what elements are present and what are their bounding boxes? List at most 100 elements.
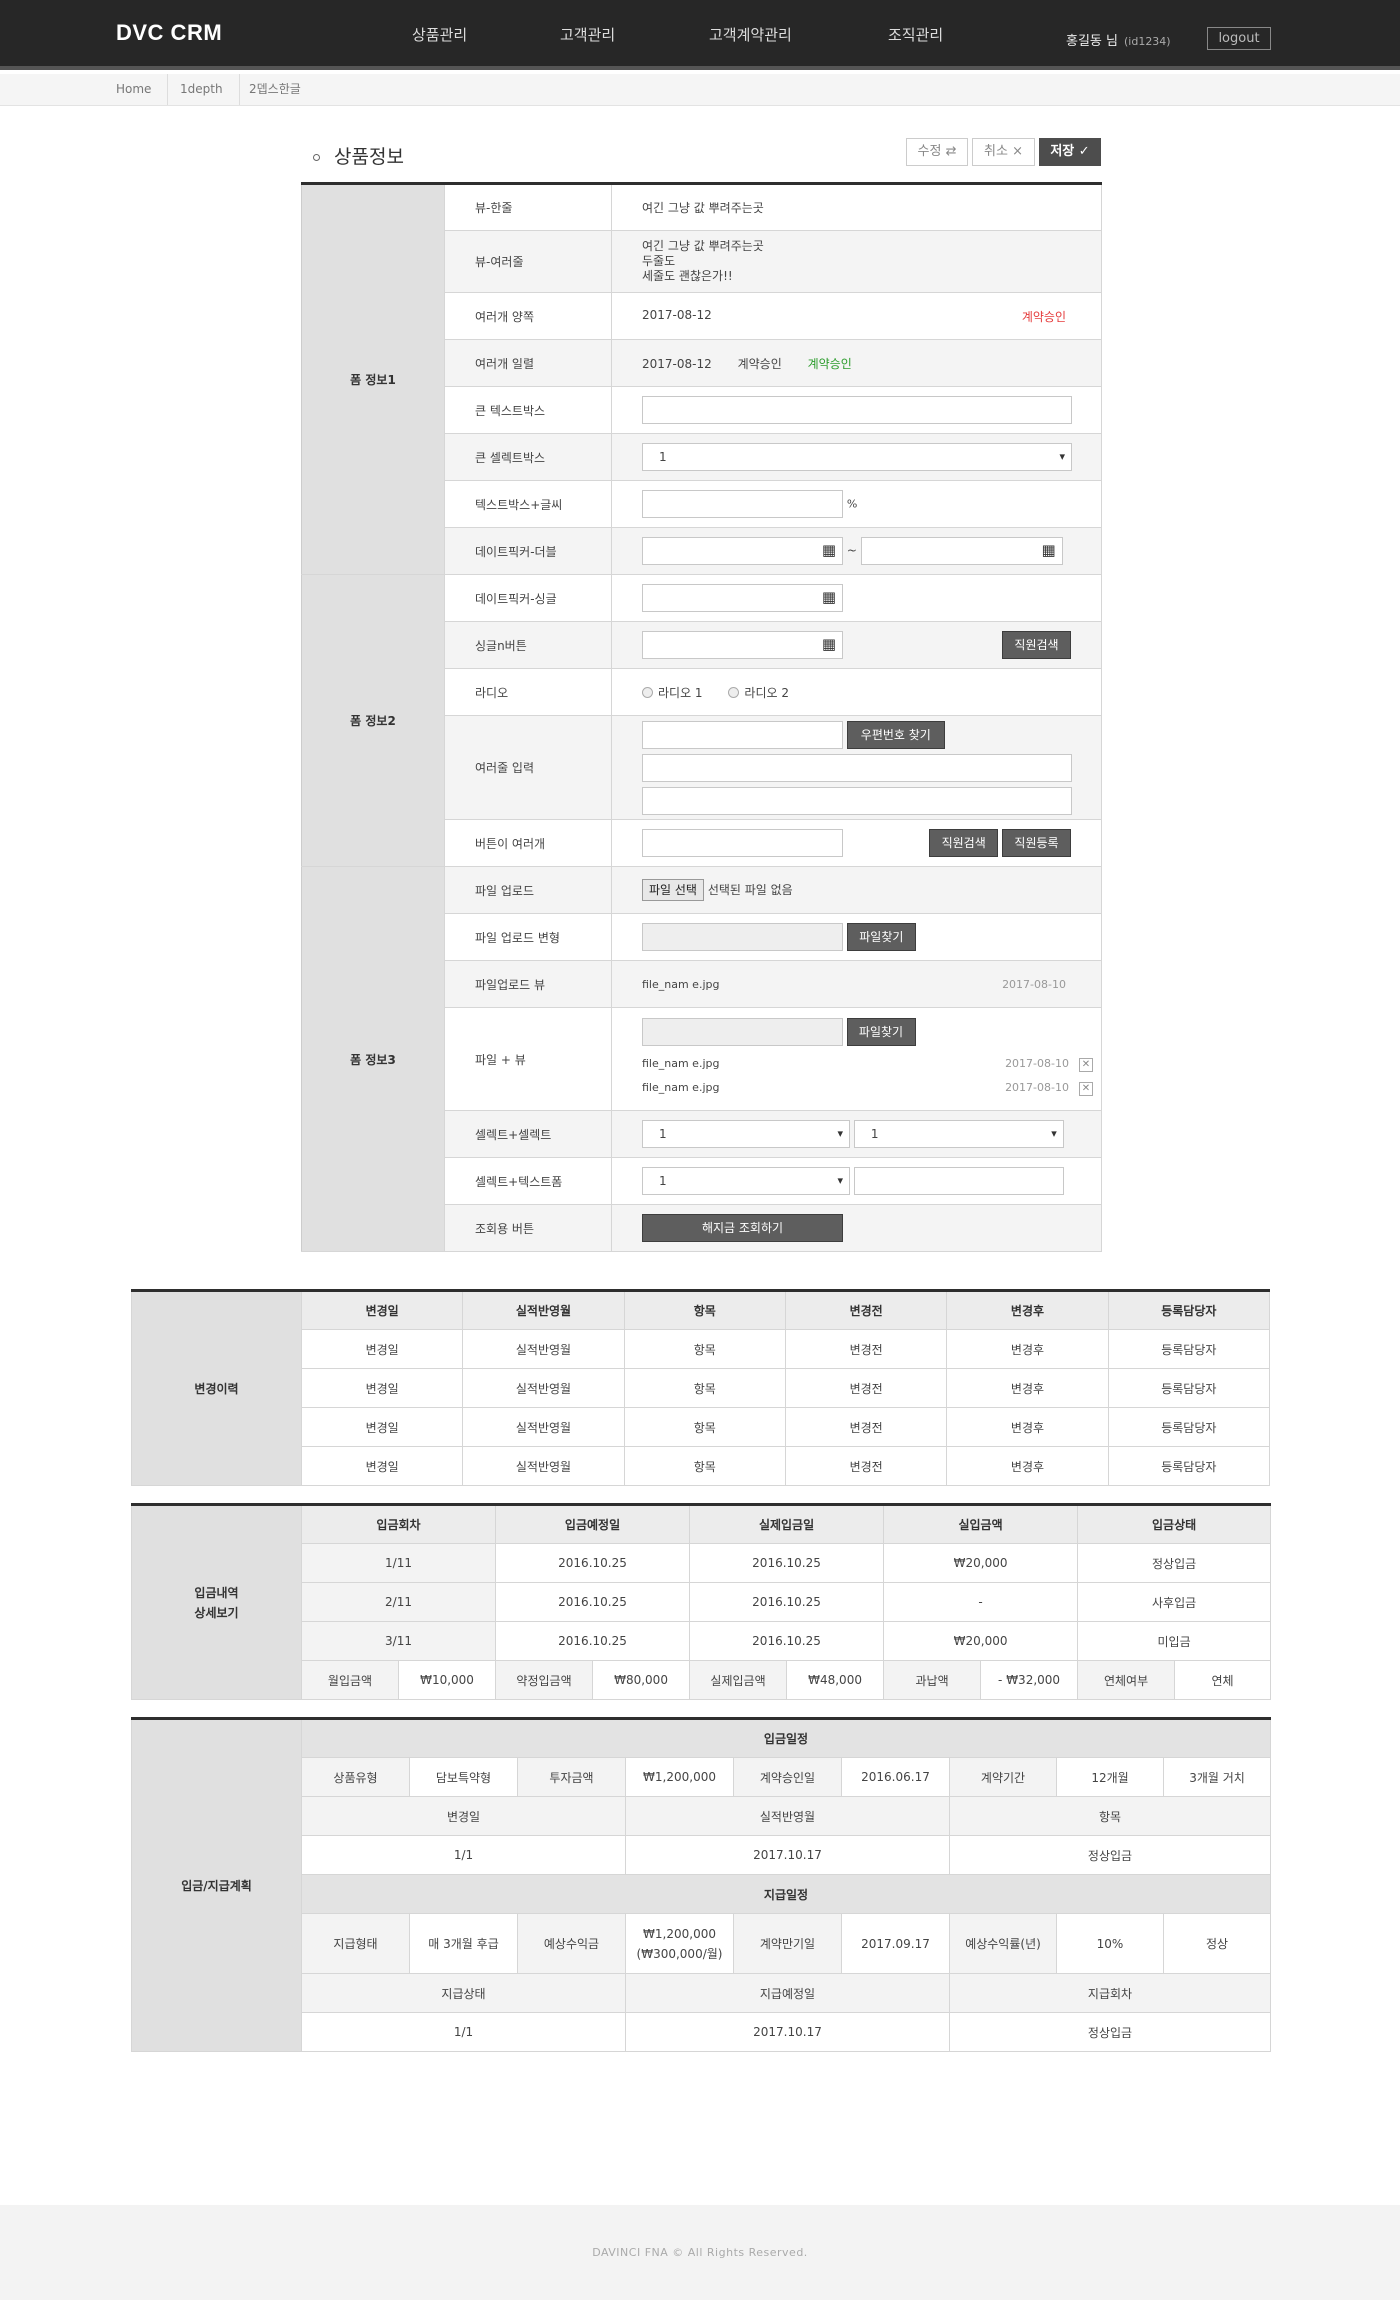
user-id: (id1234) xyxy=(1123,35,1171,48)
info-value: ₩1,200,000 (₩300,000/월) xyxy=(625,1913,734,1974)
radio-icon xyxy=(728,686,740,698)
info-label: 상품유형 xyxy=(301,1757,410,1797)
table-cell: 1/1 xyxy=(301,1835,626,1875)
table-cell: 변경전 xyxy=(784,1329,948,1369)
table-cell: ₩20,000 xyxy=(883,1621,1079,1661)
payment-plan-label: 입금/지급계획 xyxy=(131,1718,302,2052)
table-row: 3/11 2016.10.25 2016.10.25 ₩20,000 미입금 xyxy=(132,1621,1272,1661)
postcode-input[interactable] xyxy=(642,720,843,749)
logout-button[interactable]: logout xyxy=(1207,27,1271,50)
change-history-label: 변경이력 xyxy=(131,1290,302,1486)
radio-option-2[interactable]: 라디오 2 xyxy=(728,686,789,700)
text-field[interactable] xyxy=(853,1167,1064,1195)
select-first[interactable]: 1 xyxy=(642,1120,850,1148)
check-icon: ✓ xyxy=(1078,144,1090,159)
summary-value: ₩48,000 xyxy=(786,1660,885,1700)
table-row: 변경일 실적반영월 항목 변경전 변경후 등록담당자 xyxy=(132,1446,1271,1486)
table-row: 1/1 2017.10.17 정상입금 xyxy=(132,2012,1272,2052)
table-cell: 2016.10.25 xyxy=(689,1543,885,1583)
nav-organization[interactable]: 조직관리 xyxy=(888,24,943,45)
range-separator: ~ xyxy=(846,543,857,558)
row-label: 데이트픽커-더블 xyxy=(444,527,612,575)
page-title: 상품정보 xyxy=(313,142,404,169)
breadcrumb-depth1[interactable]: 1depth xyxy=(164,74,240,105)
select-field[interactable]: 1 xyxy=(642,1167,850,1195)
value-line: ₩1,200,000 xyxy=(643,1926,716,1941)
sub-header: 지급상태 xyxy=(301,1973,626,2013)
percent-input[interactable] xyxy=(642,490,843,518)
cancel-button[interactable]: 취소 × xyxy=(972,138,1035,166)
table-cell: 변경전 xyxy=(784,1368,948,1408)
info-value: 10% xyxy=(1056,1913,1164,1974)
column-header: 변경전 xyxy=(784,1290,948,1330)
breadcrumb-depth2[interactable]: 2뎁스한글 xyxy=(233,74,317,105)
column-header: 실입금액 xyxy=(883,1504,1079,1544)
status-text: 계약승인 xyxy=(737,356,782,371)
employee-search-button[interactable]: 직원검색 xyxy=(929,829,999,857)
row-label: 여러줄 입력 xyxy=(444,715,612,820)
radio-option-1[interactable]: 라디오 1 xyxy=(642,686,703,700)
nav-contract[interactable]: 고객계약관리 xyxy=(709,24,792,45)
summary-value: 연체 xyxy=(1174,1660,1272,1700)
nav-customer[interactable]: 고객관리 xyxy=(560,24,615,45)
file-link[interactable]: file_nam e.jpg xyxy=(642,1081,719,1094)
save-button[interactable]: 저장 ✓ xyxy=(1039,138,1101,166)
breadcrumb-home[interactable]: Home xyxy=(100,74,169,105)
info-value: 정상 xyxy=(1162,1913,1272,1974)
app-logo[interactable]: DVC CRM xyxy=(116,20,222,46)
column-header: 변경후 xyxy=(946,1290,1109,1330)
table-cell: 2016.10.25 xyxy=(495,1582,691,1622)
employee-search-button[interactable]: 직원검색 xyxy=(1002,631,1071,659)
edit-button[interactable]: 수정 ⇄ xyxy=(906,138,968,166)
file-path-input[interactable] xyxy=(642,1018,843,1046)
date-picker-single[interactable] xyxy=(642,584,843,612)
file-find-button[interactable]: 파일찾기 xyxy=(846,1018,916,1046)
table-cell: 1/1 xyxy=(301,2012,626,2052)
form-group-2: 폼 정보2 xyxy=(301,574,445,867)
file-link[interactable]: file_nam e.jpg xyxy=(642,978,719,991)
form-group-1: 폼 정보1 xyxy=(301,183,445,575)
select-second[interactable]: 1 xyxy=(853,1120,1064,1148)
edit-button-label: 수정 xyxy=(917,144,942,159)
row-value: 2017-08-12 계약승인 xyxy=(611,292,1102,340)
summary-value: - ₩32,000 xyxy=(980,1660,1079,1700)
table-cell: 1/11 xyxy=(300,1543,497,1583)
payment-plan-table: 입금/지급계획 입금일정 상품유형 담보특약형 투자금액 ₩1,200,000 계약… xyxy=(131,1717,1272,2052)
postcode-search-button[interactable]: 우편번호 찾기 xyxy=(846,720,945,749)
date-picker-start[interactable] xyxy=(642,537,843,565)
file-path-input[interactable] xyxy=(642,923,843,951)
radio-label: 라디오 1 xyxy=(658,685,703,700)
row-label: 뷰-여러줄 xyxy=(444,230,612,293)
sub-header: 항목 xyxy=(948,1796,1272,1836)
user-info: 홍길동 님 (id1234) xyxy=(1066,30,1171,49)
date-picker-with-button[interactable] xyxy=(642,631,843,659)
file-find-button[interactable]: 파일찾기 xyxy=(846,923,916,951)
date-value: 2017-08-12 xyxy=(642,307,712,322)
info-value: 2017.09.17 xyxy=(841,1913,950,1974)
table-cell: 실적반영월 xyxy=(462,1368,625,1408)
termination-lookup-button[interactable]: 해지금 조회하기 xyxy=(642,1214,843,1242)
row-label: 파일업로드 뷰 xyxy=(444,960,612,1008)
employee-register-button[interactable]: 직원등록 xyxy=(1002,829,1071,857)
file-choose-button[interactable]: 파일 선택 xyxy=(642,879,704,901)
large-text-input[interactable] xyxy=(642,396,1072,424)
table-row: 변경일 실적반영월 항목 변경전 변경후 등록담당자 xyxy=(132,1407,1271,1447)
delete-file-icon[interactable]: ✕ xyxy=(1079,1058,1093,1072)
table-cell: 정상입금 xyxy=(948,1835,1272,1875)
file-date: 2017-08-10 xyxy=(1005,1057,1069,1070)
row-label: 여러개 양쪽 xyxy=(444,292,612,340)
nav-product[interactable]: 상품관리 xyxy=(412,24,467,45)
table-cell: 항목 xyxy=(623,1329,786,1369)
table-row: 1/1 2017.10.17 정상입금 xyxy=(132,1835,1272,1875)
delete-file-icon[interactable]: ✕ xyxy=(1079,1082,1093,1096)
large-select[interactable]: 1 xyxy=(642,443,1072,471)
multi-button-input[interactable] xyxy=(642,829,843,857)
radio-icon xyxy=(642,686,653,698)
address-input-2[interactable] xyxy=(642,786,1072,815)
address-input-1[interactable] xyxy=(642,753,1072,782)
status-badge: 계약승인 xyxy=(807,356,852,371)
row-label: 큰 셀렉트박스 xyxy=(444,433,612,481)
file-link[interactable]: file_nam e.jpg xyxy=(642,1057,719,1070)
summary-label: 과납액 xyxy=(883,1660,982,1700)
date-picker-end[interactable] xyxy=(860,537,1063,565)
